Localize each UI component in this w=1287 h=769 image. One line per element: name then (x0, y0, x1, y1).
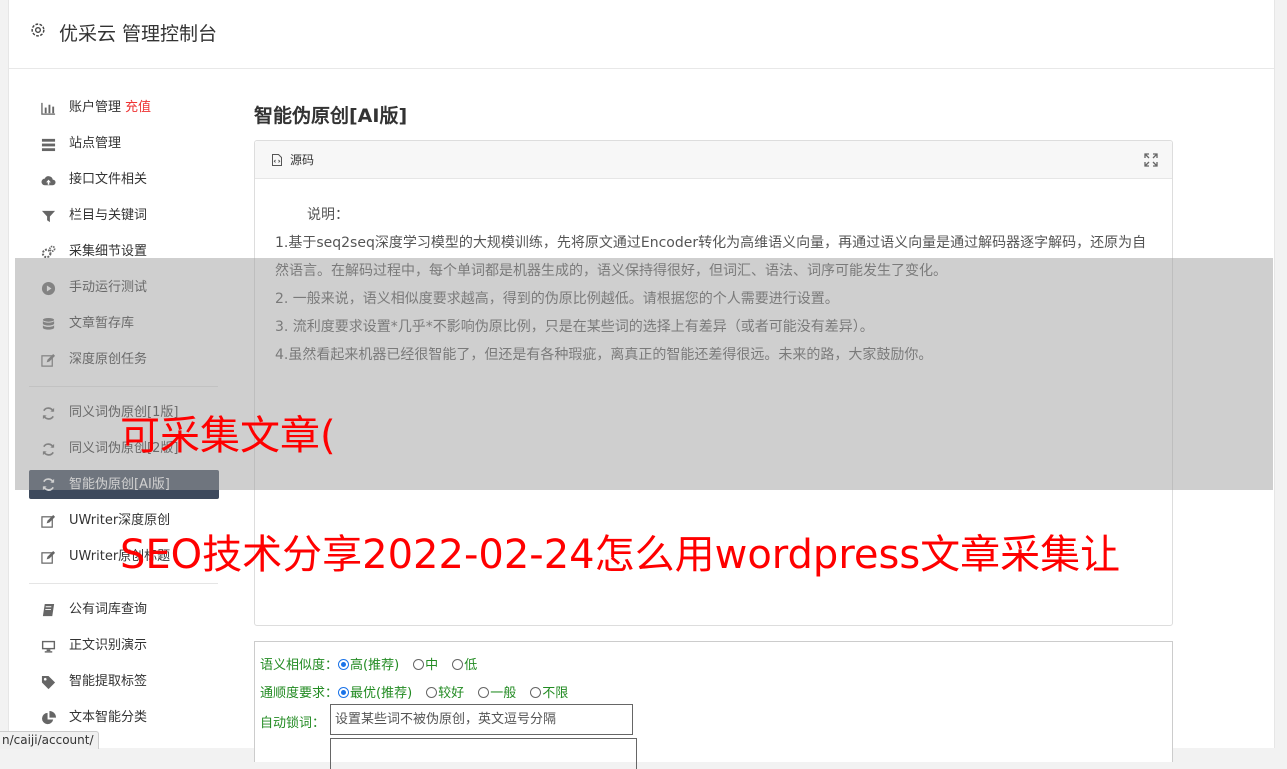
intro-text: 说明： (307, 207, 349, 223)
sidebar-item-label: 站点管理 (69, 136, 122, 151)
sidebar-item-public-dictionary[interactable]: 公有词库查询 (29, 592, 219, 628)
edit-icon (41, 514, 56, 528)
panel-header: 源码 (255, 141, 1172, 179)
expand-icon[interactable] (1144, 153, 1158, 167)
overlay-caption-line1: 可采集文章( (120, 413, 336, 459)
radio-icon (413, 659, 425, 670)
filter-icon (41, 210, 56, 223)
sidebar-item-api-files[interactable]: 接口文件相关 (29, 162, 219, 198)
recharge-link[interactable]: 充值 (125, 100, 151, 115)
sidebar-item-label: 智能提取标签 (69, 674, 148, 689)
bar-chart-icon (41, 102, 56, 115)
desktop-icon (41, 640, 56, 653)
similarity-label: 语义相似度： (260, 658, 339, 673)
sidebar-item-label: 正文识别演示 (69, 638, 148, 653)
similarity-option-high[interactable]: 高(推荐) (338, 658, 399, 673)
radio-icon (530, 687, 542, 698)
book-icon (42, 603, 55, 617)
list-icon (41, 138, 56, 152)
file-code-icon (272, 154, 282, 166)
sidebar-item-label: 文本智能分类 (69, 710, 148, 725)
sidebar-item-extract-tags[interactable]: 智能提取标签 (29, 664, 219, 700)
edit-icon (41, 550, 56, 564)
fluency-option-any[interactable]: 不限 (530, 686, 568, 701)
panel-label: 源码 (290, 153, 315, 167)
similarity-option-medium[interactable]: 中 (413, 658, 438, 673)
radio-icon (338, 659, 350, 670)
sidebar-item-label: 采集细节设置 (69, 244, 148, 259)
radio-icon (478, 687, 490, 698)
similarity-option-low[interactable]: 低 (452, 658, 477, 673)
sidebar-item-label: 接口文件相关 (69, 172, 148, 187)
sidebar-item-label: 公有词库查询 (69, 602, 148, 617)
fluency-row: 通顺度要求： 最优(推荐) 较好 一般 不限 (260, 682, 582, 701)
secondary-input[interactable] (330, 738, 637, 769)
app-title: 优采云 管理控制台 (59, 23, 218, 45)
overlay-caption-line2: SEO技术分享2022-02-24怎么用wordpress文章采集让 (120, 532, 1121, 578)
tag-icon (41, 675, 56, 690)
status-bar-url: n/caiji/account/ (0, 731, 99, 749)
top-bar: 优采云 管理控制台 (9, 0, 1274, 69)
lock-label: 自动锁词： (260, 716, 326, 731)
fluency-option-normal[interactable]: 一般 (478, 686, 516, 701)
page-title: 智能伪原创[AI版] (254, 105, 408, 127)
settings-form: 语义相似度： 高(推荐) 中低 通顺度要求： 最优(推荐) 较好 一般 不限 自动锁词： 设… (254, 641, 1173, 769)
fluency-option-good[interactable]: 较好 (426, 686, 464, 701)
sidebar-item-label: 账户管理 (69, 100, 122, 115)
radio-icon (426, 687, 438, 698)
gear-icon (31, 23, 45, 37)
pie-chart-icon (42, 711, 56, 725)
radio-icon (338, 687, 350, 698)
sidebar-item-account[interactable]: 账户管理 充值 (29, 90, 219, 126)
cloud-upload-icon (41, 176, 56, 186)
divider (29, 583, 218, 584)
lock-row: 自动锁词： (260, 712, 325, 731)
fluency-option-best[interactable]: 最优(推荐) (338, 686, 412, 701)
lock-words-input[interactable]: 设置某些词不被伪原创，英文逗号分隔 (330, 704, 633, 735)
radio-icon (452, 659, 464, 670)
sidebar-item-text-recognition[interactable]: 正文识别演示 (29, 628, 219, 664)
sidebar-item-sites[interactable]: 站点管理 (29, 126, 219, 162)
similarity-row: 语义相似度： 高(推荐) 中低 (260, 654, 491, 673)
fluency-label: 通顺度要求： (260, 686, 339, 701)
sidebar-item-columns-keywords[interactable]: 栏目与关键词 (29, 198, 219, 234)
sidebar-item-label: 栏目与关键词 (69, 208, 148, 223)
